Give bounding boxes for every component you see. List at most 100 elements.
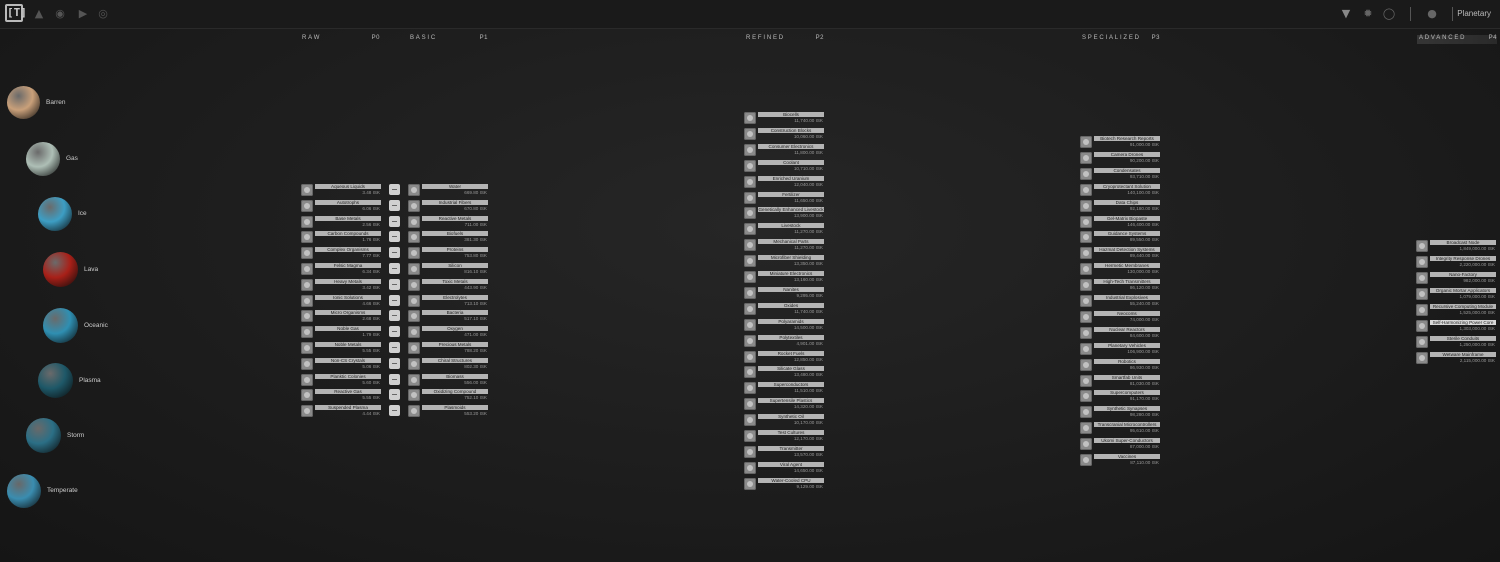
- raw-item[interactable]: Carbon Compounds 1.76 ISK: [301, 231, 381, 244]
- advanced-item[interactable]: Nano-Factory 982,000.00 ISK: [1416, 272, 1496, 284]
- basic-item[interactable]: Water 669.80 ISK: [408, 184, 488, 196]
- raw-item[interactable]: Micro Organisms 2.68 ISK: [301, 310, 381, 323]
- specialized-item[interactable]: Robotics 86,930.00 ISK: [1080, 358, 1160, 371]
- mode-label[interactable]: Planetary: [1457, 9, 1491, 18]
- advanced-item[interactable]: Integrity Response Drones 2,220,000.00 IS…: [1416, 256, 1496, 268]
- basic-item[interactable]: Proteins 753.80 ISK: [408, 247, 488, 260]
- basic-item[interactable]: Precious Metals 788.20 ISK: [408, 342, 488, 354]
- advanced-item[interactable]: Organic Mortar Applicators 1,079,000.00 I…: [1416, 288, 1496, 300]
- refined-item[interactable]: Transmitter 13,570.00 ISK: [744, 445, 824, 458]
- basic-item[interactable]: Silicon 816.10 ISK: [408, 263, 488, 275]
- basic-item[interactable]: Reactive Metals 711.00 ISK: [408, 215, 488, 228]
- refined-item[interactable]: Polyaramids 14,500.00 ISK: [744, 318, 824, 331]
- specialized-item[interactable]: Ukomi Super-Conductors 87,000.00 ISK: [1080, 438, 1160, 451]
- specialized-item[interactable]: Neocoms 74,000.00 ISK: [1080, 310, 1160, 323]
- refined-item[interactable]: Fertilizer 11,650.00 ISK: [744, 191, 824, 204]
- specialized-item[interactable]: Hazmat Detection Systems 89,440.00 ISK: [1080, 247, 1160, 260]
- specialized-item[interactable]: Biotech Research Reports 91,000.00 ISK: [1080, 136, 1160, 148]
- refined-item[interactable]: Biocells 11,740.00 ISK: [744, 112, 824, 124]
- specialized-item[interactable]: Industrial Explosives 55,240.00 ISK: [1080, 295, 1160, 307]
- raw-item[interactable]: Base Metals 2.56 ISK: [301, 215, 381, 228]
- specialized-item[interactable]: Planetary Vehicles 106,900.00 ISK: [1080, 342, 1160, 355]
- specialized-item[interactable]: Transcranial Microcontrollers 95,610.00 I…: [1080, 422, 1160, 435]
- refined-item[interactable]: Oxides 11,740.00 ISK: [744, 302, 824, 315]
- specialized-item[interactable]: High-Tech Transmitters 86,120.00 ISK: [1080, 279, 1160, 292]
- globe-icon[interactable]: ◎: [96, 7, 110, 21]
- collapse-button[interactable]: [389, 263, 400, 274]
- collapse-button[interactable]: [389, 326, 400, 338]
- raw-item[interactable]: Noble Metals 5.55 ISK: [301, 342, 381, 354]
- specialized-item[interactable]: Smartfab Units 81,030.00 ISK: [1080, 374, 1160, 387]
- refined-item[interactable]: Superconductors 11,510.00 ISK: [744, 382, 824, 395]
- planet-icon[interactable]: ◉: [53, 7, 67, 21]
- raw-item[interactable]: Autotrophs 6.06 ISK: [301, 199, 381, 212]
- collapse-button[interactable]: [389, 357, 400, 369]
- refined-item[interactable]: Rocket Fuels 12,850.00 ISK: [744, 350, 824, 363]
- refined-item[interactable]: Coolant 10,710.00 ISK: [744, 159, 824, 172]
- specialized-item[interactable]: Hermetic Membranes 130,000.00 ISK: [1080, 263, 1160, 276]
- refined-item[interactable]: Miniature Electronics 13,160.00 ISK: [744, 271, 824, 283]
- refined-item[interactable]: Construction Blocks 10,060.00 ISK: [744, 127, 824, 140]
- refined-item[interactable]: Test Cultures 12,170.00 ISK: [744, 430, 824, 442]
- specialized-item[interactable]: Supercomputers 91,170.00 ISK: [1080, 390, 1160, 403]
- refined-item[interactable]: Silicate Glass 13,480.00 ISK: [744, 366, 824, 379]
- collapse-button[interactable]: [389, 342, 400, 353]
- advanced-item[interactable]: Recursive Computing Module 1,525,000.00 I…: [1416, 304, 1496, 316]
- refined-item[interactable]: Genetically Enhanced Livestock 13,900.00 …: [744, 207, 824, 220]
- refined-item[interactable]: Viral Agent 14,650.00 ISK: [744, 461, 824, 474]
- raw-item[interactable]: Heavy Metals 3.42 ISK: [301, 278, 381, 291]
- advanced-item[interactable]: Wetware Mainframe 2,115,000.00 ISK: [1416, 352, 1496, 364]
- raw-item[interactable]: Reactive Gas 5.55 ISK: [301, 389, 381, 402]
- gear-icon[interactable]: ✹: [1361, 7, 1375, 21]
- flame-icon[interactable]: ▲: [32, 7, 46, 21]
- grid-icon[interactable]: ▼: [1339, 7, 1353, 21]
- refined-item[interactable]: Polytextiles 4,901.00 ISK: [744, 334, 824, 347]
- basic-item[interactable]: Biofuels 381.30 ISK: [408, 231, 488, 244]
- person-icon[interactable]: ●: [1425, 7, 1439, 21]
- refined-item[interactable]: Livestock 11,270.00 ISK: [744, 223, 824, 236]
- specialized-item[interactable]: Camera Drones 90,200.00 ISK: [1080, 151, 1160, 164]
- advanced-item[interactable]: Self-Harmonizing Power Core 1,303,000.00 …: [1416, 320, 1496, 332]
- raw-item[interactable]: Complex Organisms 7.77 ISK: [301, 247, 381, 260]
- specialized-item[interactable]: Condensates 93,710.00 ISK: [1080, 167, 1160, 180]
- basic-item[interactable]: Chiral Structures 802.30 ISK: [408, 357, 488, 370]
- play-icon[interactable]: ▶: [76, 7, 90, 21]
- refined-item[interactable]: Water-Cooled CPU 9,129.00 ISK: [744, 477, 824, 490]
- basic-item[interactable]: Plasmoids 553.20 ISK: [408, 405, 488, 418]
- collapse-button[interactable]: [389, 199, 400, 211]
- specialized-item[interactable]: Data Chips 92,180.00 ISK: [1080, 199, 1160, 212]
- collapse-button[interactable]: [389, 231, 400, 243]
- advanced-item[interactable]: Sterile Conduits 1,250,000.00 ISK: [1416, 336, 1496, 348]
- specialized-item[interactable]: Cryoprotectant Solution 140,100.00 ISK: [1080, 183, 1160, 196]
- collapse-button[interactable]: [389, 184, 400, 195]
- collapse-button[interactable]: [389, 294, 400, 306]
- basic-item[interactable]: Toxic Metals 443.90 ISK: [408, 278, 488, 291]
- basic-item[interactable]: Biomass 556.00 ISK: [408, 373, 488, 386]
- refined-item[interactable]: Supertensile Plastics 14,320.00 ISK: [744, 398, 824, 411]
- refined-item[interactable]: Consumer Electronics 11,800.00 ISK: [744, 143, 824, 156]
- app-logo[interactable]: [T]: [5, 4, 27, 22]
- collapse-button[interactable]: [389, 373, 400, 385]
- collapse-button[interactable]: [389, 215, 400, 227]
- collapse-button[interactable]: [389, 278, 400, 290]
- basic-item[interactable]: Industrial Fibers 670.80 ISK: [408, 199, 488, 212]
- raw-item[interactable]: Ionic Solutions 4.66 ISK: [301, 294, 381, 307]
- circle-icon[interactable]: ◯: [1382, 7, 1396, 21]
- raw-item[interactable]: Noble Gas 1.79 ISK: [301, 326, 381, 339]
- collapse-button[interactable]: [389, 247, 400, 259]
- basic-item[interactable]: Electrolytes 713.10 ISK: [408, 294, 488, 307]
- refined-item[interactable]: Nanites 9,295.00 ISK: [744, 286, 824, 299]
- refined-item[interactable]: Synthetic Oil 10,170.00 ISK: [744, 414, 824, 427]
- raw-item[interactable]: Suspended Plasma 4.44 ISK: [301, 405, 381, 418]
- basic-item[interactable]: Oxygen 471.00 ISK: [408, 326, 488, 339]
- collapse-button[interactable]: [389, 389, 400, 401]
- advanced-item[interactable]: Broadcast Node 1,849,000.00 ISK: [1416, 240, 1496, 252]
- specialized-item[interactable]: Synthetic Synapses 98,280.00 ISK: [1080, 406, 1160, 419]
- collapse-button[interactable]: [389, 405, 400, 417]
- specialized-item[interactable]: Guidance Systems 89,550.00 ISK: [1080, 231, 1160, 244]
- raw-item[interactable]: Planktic Colonies 5.60 ISK: [301, 373, 381, 386]
- refined-item[interactable]: Enriched Uranium 12,040.00 ISK: [744, 175, 824, 188]
- basic-item[interactable]: Bacteria 517.10 ISK: [408, 310, 488, 323]
- raw-item[interactable]: Aqueous Liquids 3.48 ISK: [301, 184, 381, 196]
- refined-item[interactable]: Microfiber Shielding 13,350.00 ISK: [744, 255, 824, 268]
